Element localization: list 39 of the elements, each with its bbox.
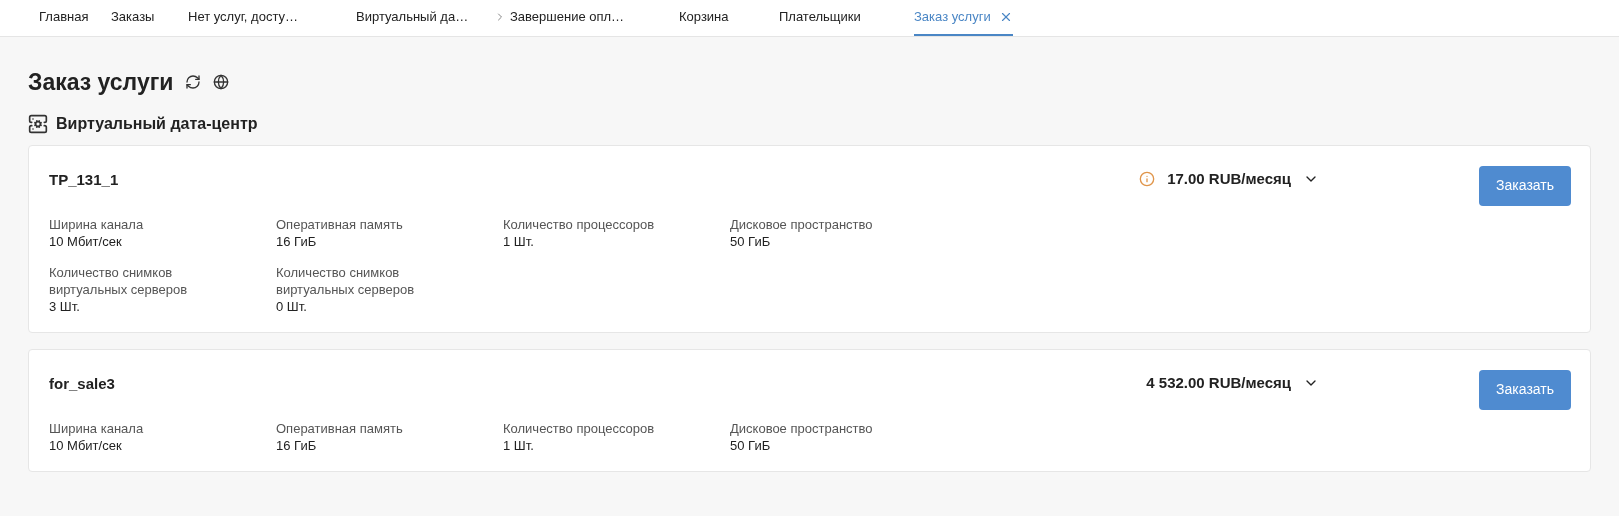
- tab[interactable]: Плательщики: [779, 0, 914, 36]
- spec-value: 10 Мбит/сек: [49, 436, 123, 455]
- tab[interactable]: Заказы: [111, 0, 188, 36]
- spec-value: 0 Шт.: [276, 297, 308, 316]
- price: 17.00 RUB/месяц: [1167, 168, 1292, 189]
- spec-value: 1 Шт.: [503, 436, 535, 455]
- server-icon: [28, 113, 48, 134]
- tab[interactable]: Заказ услуги: [914, 0, 1013, 36]
- spec-label: Ширина канала: [49, 419, 145, 437]
- spec-value: 16 ГиБ: [276, 436, 318, 455]
- spec-label: Количество процессоров: [503, 215, 656, 233]
- globe-icon[interactable]: [213, 74, 230, 91]
- spec-label: Количество снимков виртуальных серверов: [276, 263, 416, 298]
- order-button[interactable]: Заказать: [1479, 369, 1571, 410]
- spec-label: Оперативная память: [276, 215, 404, 233]
- spec-label: Ширина канала: [49, 215, 145, 233]
- plan-name: TP_131_1: [49, 169, 119, 190]
- spec-value: 50 ГиБ: [730, 436, 772, 455]
- section-title: Виртуальный дата-центр: [56, 113, 258, 134]
- spec-value: 50 ГиБ: [730, 232, 772, 251]
- tab[interactable]: Виртуальный да…: [356, 0, 506, 36]
- spec-label: Дисковое пространство: [730, 215, 874, 233]
- price: 4 532.00 RUB/месяц: [1146, 372, 1292, 393]
- spec-value: 1 Шт.: [503, 232, 535, 251]
- order-button[interactable]: Заказать: [1479, 165, 1571, 206]
- tab[interactable]: Нет услуг, досту…: [188, 0, 356, 36]
- spec-value: 10 Мбит/сек: [49, 232, 123, 251]
- tab[interactable]: Завершение опл…: [506, 0, 679, 36]
- spec-label: Дисковое пространство: [730, 419, 874, 437]
- spec-label: Количество снимков виртуальных серверов: [49, 263, 189, 298]
- plan-name: for_sale3: [49, 373, 115, 394]
- spec-label: Количество процессоров: [503, 419, 656, 437]
- page-title: Заказ услуги: [28, 68, 174, 97]
- spec-value: 3 Шт.: [49, 297, 81, 316]
- spec-value: 16 ГиБ: [276, 232, 318, 251]
- spec-label: Оперативная память: [276, 419, 404, 437]
- tab[interactable]: Корзина: [679, 0, 779, 36]
- tab[interactable]: Главная: [39, 0, 111, 36]
- refresh-icon[interactable]: [185, 74, 202, 91]
